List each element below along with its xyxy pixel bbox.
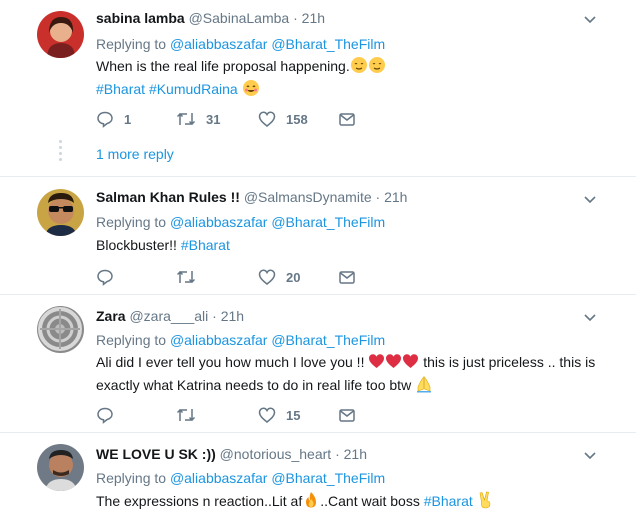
timestamp[interactable]: · 21h xyxy=(212,308,244,324)
like-button[interactable]: 15 xyxy=(258,405,300,425)
tweet-text: Ali did I ever tell you how much I love … xyxy=(96,352,606,398)
divider xyxy=(0,176,636,177)
chevron-down-icon[interactable] xyxy=(582,447,598,463)
like-button[interactable]: 20 xyxy=(258,267,300,287)
chevron-down-icon[interactable] xyxy=(582,309,598,325)
replying-to: Replying to @aliabbaszafar @Bharat_TheFi… xyxy=(96,470,385,486)
like-button[interactable]: 158 xyxy=(258,109,308,129)
user-handle[interactable]: @SalmansDynamite xyxy=(244,189,372,205)
mention-link[interactable]: @Bharat_TheFilm xyxy=(271,470,385,486)
mention-link[interactable]: @aliabbaszafar xyxy=(170,470,268,486)
dm-button[interactable] xyxy=(338,267,356,287)
tweet-header: sabina lamba @SabinaLamba · 21h xyxy=(96,10,325,26)
victory-hand-emoji xyxy=(477,491,495,514)
thread-connector xyxy=(59,140,62,164)
timestamp[interactable]: · 21h xyxy=(335,446,367,462)
avatar[interactable] xyxy=(37,189,84,236)
tweet-header: WE LOVE U SK :)) @notorious_heart · 21h xyxy=(96,446,367,462)
mention-link[interactable]: @aliabbaszafar xyxy=(170,332,268,348)
replying-to: Replying to @aliabbaszafar @Bharat_TheFi… xyxy=(96,36,385,52)
avatar[interactable] xyxy=(37,306,84,353)
retweet-button[interactable] xyxy=(176,405,196,425)
tweet-actions: 20 xyxy=(96,267,396,287)
tweet-actions: 1 31 158 xyxy=(96,109,396,129)
tweet-text: The expressions n reaction..Lit af ..Cant… xyxy=(96,491,606,514)
smiling-face-emoji xyxy=(242,79,260,102)
reply-button[interactable] xyxy=(96,405,114,425)
retweet-icon xyxy=(176,270,196,284)
fire-emoji xyxy=(302,491,320,514)
dm-button[interactable] xyxy=(338,109,356,129)
replying-label: Replying to xyxy=(96,332,167,348)
dm-button[interactable] xyxy=(338,405,356,425)
retweet-icon xyxy=(176,408,196,422)
reply-button[interactable] xyxy=(96,267,114,287)
tweet-text-body: Ali did I ever tell you how much I love … xyxy=(96,354,365,370)
timestamp[interactable]: · 21h xyxy=(376,189,408,205)
heart-emoji xyxy=(368,352,419,375)
hashtag-link[interactable]: #Bharat xyxy=(96,81,145,97)
replying-to: Replying to @aliabbaszafar @Bharat_TheFi… xyxy=(96,332,385,348)
retweet-button[interactable] xyxy=(176,267,196,287)
display-name[interactable]: Salman Khan Rules !! xyxy=(96,189,240,205)
like-count: 15 xyxy=(286,407,301,423)
praying-hands-emoji xyxy=(415,375,433,398)
tweet-header: Zara @zara___ali · 21h xyxy=(96,308,244,324)
display-name[interactable]: WE LOVE U SK :)) xyxy=(96,446,216,462)
reply-icon xyxy=(97,269,113,286)
mention-link[interactable]: @Bharat_TheFilm xyxy=(271,36,385,52)
tweet-text: When is the real life proposal happening… xyxy=(96,56,606,102)
display-name[interactable]: Zara xyxy=(96,308,126,324)
avatar[interactable] xyxy=(37,444,84,491)
hashtag-link[interactable]: #KumudRaina xyxy=(149,81,238,97)
dm-icon xyxy=(339,113,355,126)
user-handle[interactable]: @notorious_heart xyxy=(220,446,332,462)
user-handle[interactable]: @zara___ali xyxy=(129,308,208,324)
like-count: 20 xyxy=(286,269,301,285)
hashtag-link[interactable]: #Bharat xyxy=(181,237,230,253)
user-handle[interactable]: @SabinaLamba xyxy=(189,10,290,26)
more-reply-link[interactable]: 1 more reply xyxy=(96,146,174,162)
dm-icon xyxy=(339,409,355,422)
replying-label: Replying to xyxy=(96,470,167,486)
retweet-count: 31 xyxy=(206,111,221,127)
display-name[interactable]: sabina lamba xyxy=(96,10,185,26)
mention-link[interactable]: @aliabbaszafar xyxy=(170,36,268,52)
replying-to: Replying to @aliabbaszafar @Bharat_TheFi… xyxy=(96,214,385,230)
tweet-header: Salman Khan Rules !! @SalmansDynamite · … xyxy=(96,189,407,205)
retweet-icon xyxy=(176,112,196,126)
timestamp[interactable]: · 21h xyxy=(293,10,325,26)
like-icon xyxy=(258,407,276,423)
mention-link[interactable]: @Bharat_TheFilm xyxy=(271,214,385,230)
avatar[interactable] xyxy=(37,11,84,58)
chevron-down-icon[interactable] xyxy=(582,191,598,207)
relieved-face-emoji xyxy=(350,56,368,79)
reply-button[interactable]: 1 xyxy=(96,109,131,129)
dm-icon xyxy=(339,271,355,284)
tweet-actions: 15 xyxy=(96,405,396,425)
like-icon xyxy=(258,269,276,285)
tweet-text: Blockbuster!! #Bharat xyxy=(96,235,606,255)
tweet-text-body: Blockbuster!! xyxy=(96,237,177,253)
reply-icon xyxy=(97,407,113,424)
tweet-text-body: When is the real life proposal happening… xyxy=(96,58,350,74)
relieved-face-emoji xyxy=(368,56,386,79)
tweet-text-body-cont: ..Cant wait boss xyxy=(320,493,420,509)
like-count: 158 xyxy=(286,111,308,127)
reply-icon xyxy=(97,111,113,128)
chevron-down-icon[interactable] xyxy=(582,11,598,27)
replying-label: Replying to xyxy=(96,214,167,230)
reply-count: 1 xyxy=(124,111,132,127)
tweet-text-body: The expressions n reaction..Lit af xyxy=(96,493,303,509)
retweet-button[interactable]: 31 xyxy=(176,109,220,129)
divider xyxy=(0,294,636,295)
replying-label: Replying to xyxy=(96,36,167,52)
divider xyxy=(0,432,636,433)
hashtag-link[interactable]: #Bharat xyxy=(424,493,473,509)
mention-link[interactable]: @Bharat_TheFilm xyxy=(271,332,385,348)
like-icon xyxy=(258,111,276,127)
mention-link[interactable]: @aliabbaszafar xyxy=(170,214,268,230)
